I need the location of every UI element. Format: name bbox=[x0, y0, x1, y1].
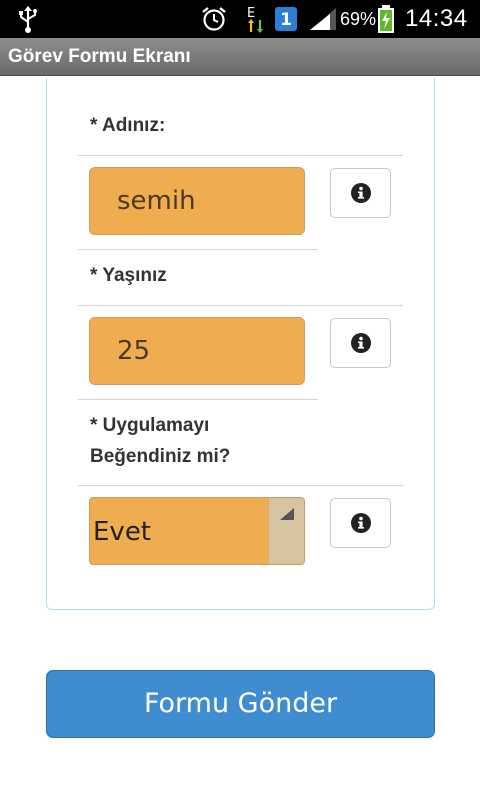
submit-button[interactable]: Formu Gönder bbox=[46, 670, 435, 738]
divider bbox=[78, 305, 403, 306]
name-info-button[interactable] bbox=[330, 168, 391, 218]
battery-percent: 69% bbox=[340, 8, 377, 29]
notification-badge-label: 1 bbox=[280, 10, 292, 30]
notification-badge-icon: 1 bbox=[274, 0, 298, 38]
divider bbox=[78, 485, 403, 486]
select-dropdown-arrow[interactable] bbox=[268, 498, 304, 564]
like-label-line2: Beğendiniz mi? bbox=[90, 446, 231, 467]
divider bbox=[78, 155, 403, 156]
divider bbox=[78, 399, 318, 400]
status-bar: E 1 69% 14:34 bbox=[0, 0, 480, 38]
age-label: * Yaşınız bbox=[90, 265, 167, 286]
edge-data-label: E bbox=[247, 6, 255, 21]
like-label-line1: * Uygulamayı bbox=[90, 415, 210, 436]
name-input[interactable]: semih bbox=[89, 167, 305, 235]
like-select-value: Evet bbox=[93, 517, 152, 547]
age-info-button[interactable] bbox=[330, 318, 391, 368]
info-icon bbox=[350, 183, 371, 203]
info-icon bbox=[350, 513, 371, 533]
info-icon bbox=[350, 333, 371, 353]
like-info-button[interactable] bbox=[330, 498, 391, 548]
app-title-bar: Görev Formu Ekranı bbox=[0, 38, 480, 76]
divider bbox=[78, 249, 318, 250]
name-label: * Adınız: bbox=[90, 115, 166, 136]
app-title: Görev Formu Ekranı bbox=[8, 46, 191, 67]
edge-data-icon: E bbox=[246, 0, 268, 38]
battery-charging-icon bbox=[376, 0, 396, 38]
age-input[interactable]: 25 bbox=[89, 317, 305, 385]
like-select[interactable]: Evet bbox=[89, 497, 305, 565]
clock: 14:34 bbox=[405, 5, 468, 32]
usb-icon bbox=[16, 0, 40, 38]
dropdown-triangle-icon bbox=[280, 508, 294, 520]
alarm-icon bbox=[200, 0, 228, 38]
signal-icon bbox=[308, 0, 338, 38]
